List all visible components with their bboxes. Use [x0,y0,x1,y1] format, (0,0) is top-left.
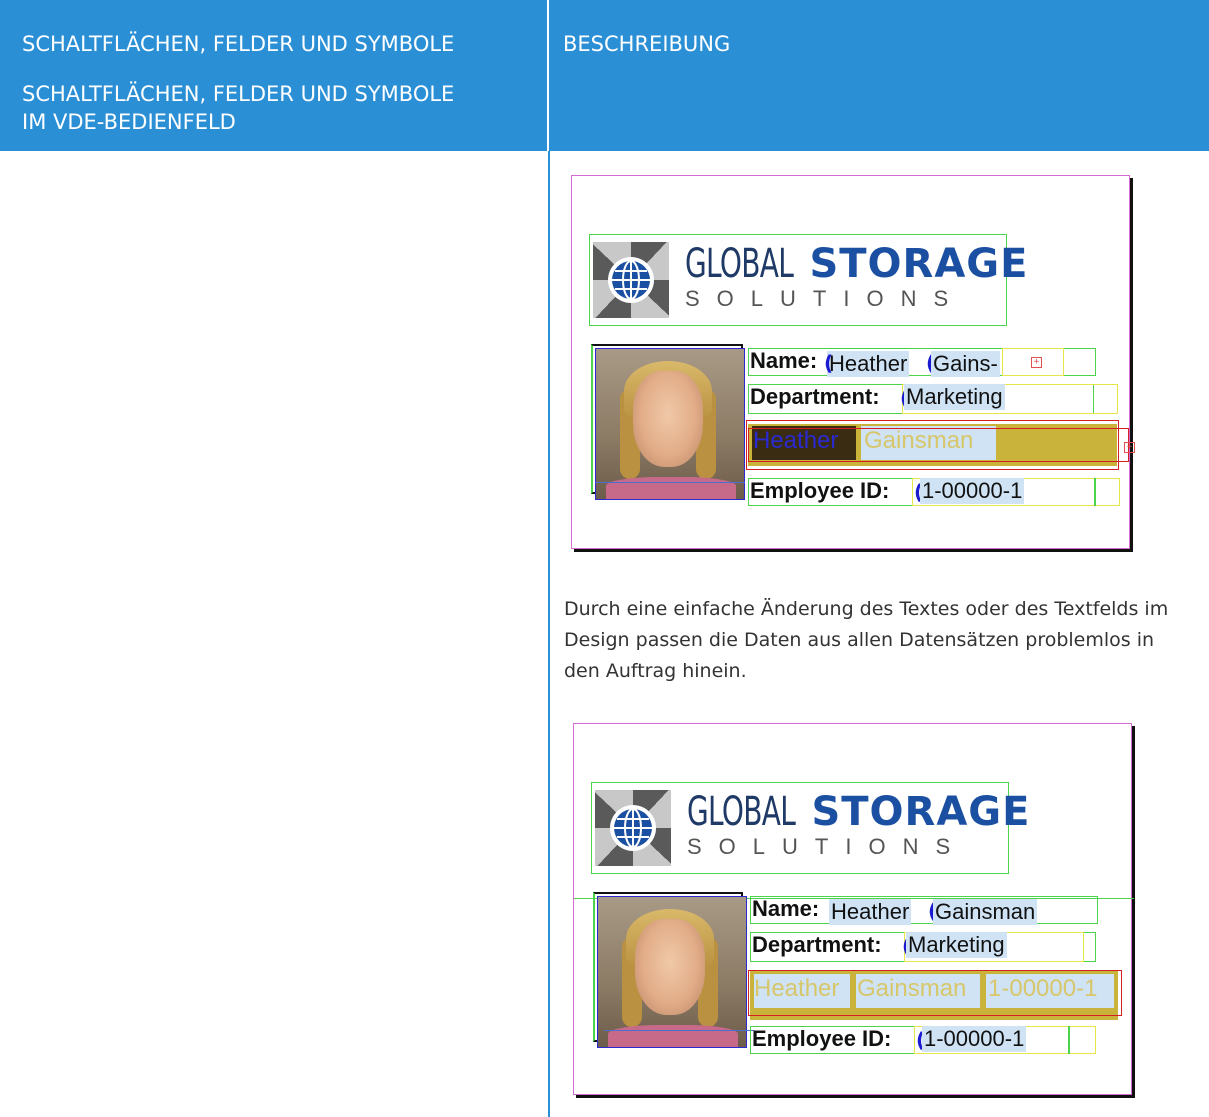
id-card-preview-after: GLOBALSTORAGE SOLUTIONS Name: Heather ( … [573,723,1135,1098]
department-label: Department: [750,384,880,409]
header-column-buttons: SCHALTFLÄCHEN, FELDER UND SYMBOLE SCHALT… [22,30,522,136]
brand-storage: STORAGE [811,789,1031,835]
photo-guide-line [604,1030,754,1031]
employee-field-end [1068,1026,1070,1054]
header-col1-subtitle-line2: IM VDE-BEDIENFELD [22,110,236,134]
overflow-icon: + [1124,442,1135,453]
globe-logo-icon [593,242,669,318]
company-wordmark: GLOBAL STORAGE SOLUTIONS [687,792,1030,860]
brand-global: GLOBAL [685,241,794,287]
card-shadow [574,549,1133,552]
employee-photo [597,896,747,1048]
description-text: Durch eine einfache Änderung des Textes … [564,598,1169,682]
header-col1-title: SCHALTFLÄCHEN, FELDER UND SYMBOLE [22,32,455,56]
banner-first-name: Heather [753,427,839,454]
department-value: Marketing [904,384,1005,410]
brand-solutions: SOLUTIONS [687,834,968,859]
name-label: Name: [752,896,820,921]
employee-id-value: 1-00000-1 [922,1026,1027,1052]
banner-last-name: Gainsman [857,975,967,1002]
employee-field-end [1094,478,1096,506]
header-divider [547,0,549,151]
card-shadow [576,1095,1135,1098]
company-wordmark: GLOBAL STORAGE SOLUTIONS [685,244,1028,312]
card-shadow [1132,726,1135,1098]
banner-first-name: Heather [754,975,840,1002]
name-label: Name: [750,348,818,373]
last-name-value: Gains- [931,351,1000,377]
brand-storage: STORAGE [809,241,1029,287]
department-label: Department: [752,932,882,957]
banner-last-name: Gainsman [864,427,974,454]
first-name-value: Heather [827,351,910,377]
brand-global: GLOBAL [687,789,796,835]
header-col1-subtitle: SCHALTFLÄCHEN, FELDER UND SYMBOLE IM VDE… [22,80,522,136]
card-shadow [1130,178,1133,552]
photo-guide-line [595,482,745,483]
department-value: Marketing [906,932,1007,958]
globe-logo-icon [595,790,671,866]
first-name-value: Heather [829,899,912,925]
employee-id-value: 1-00000-1 [920,478,1025,504]
brand-solutions: SOLUTIONS [685,286,966,311]
header-col2-title: BESCHREIBUNG [563,32,731,56]
id-card-preview-before: GLOBAL STORAGE SOLUTIONS Name: Heather ( … [571,175,1135,552]
employee-id-label: Employee ID: [750,478,890,503]
column-divider [548,151,550,1117]
banner-employee-id: 1-00000-1 [988,975,1098,1002]
table-header: SCHALTFLÄCHEN, FELDER UND SYMBOLE SCHALT… [0,0,1209,151]
employee-id-label: Employee ID: [752,1026,892,1051]
employee-photo [595,348,745,500]
overflow-icon: + [1031,357,1042,368]
field-marker: ( [824,351,834,375]
last-name-value: Gainsman [933,899,1038,925]
header-col1-subtitle-line1: SCHALTFLÄCHEN, FELDER UND SYMBOLE [22,82,455,106]
